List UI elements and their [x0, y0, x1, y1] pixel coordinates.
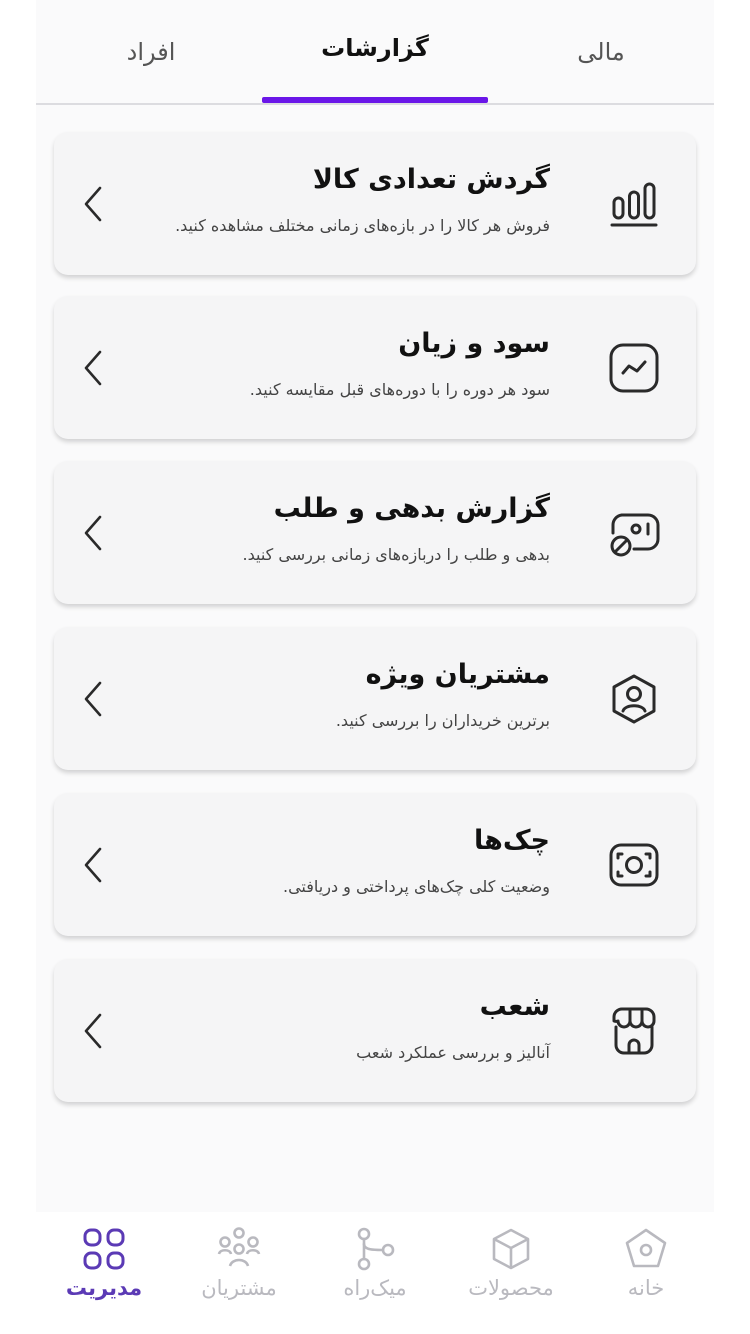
receipt-coin-icon	[608, 507, 660, 559]
chevron-left-icon	[80, 184, 106, 224]
report-card-profit-loss[interactable]: سود و زیان سود هر دوره را با دوره‌های قب…	[54, 296, 696, 439]
chevron-left-icon	[80, 348, 106, 388]
nav-label: خانه	[627, 1276, 665, 1300]
nav-item-customers[interactable]: مشتریان	[171, 1226, 307, 1326]
card-title: مشتریان ویژه	[365, 659, 550, 690]
user-badge-icon	[608, 673, 660, 725]
shop-icon	[608, 1005, 660, 1057]
screen: مالی گزارشات افراد گردش تعدادی کالا فروش…	[0, 0, 750, 1334]
report-card-cheques[interactable]: چک‌ها وضعیت کلی چک‌های پرداختی و دریافتی…	[54, 793, 696, 936]
card-description: برترین خریداران را بررسی کنید.	[335, 711, 550, 730]
card-title: گزارش بدهی و طلب	[273, 493, 550, 524]
card-title: گردش تعدادی کالا	[312, 164, 550, 195]
top-tab-bar: مالی گزارشات افراد	[36, 0, 714, 105]
tab-financial[interactable]: مالی	[516, 30, 686, 74]
route-icon	[357, 1227, 395, 1271]
active-tab-indicator	[262, 97, 488, 103]
tab-reports[interactable]: گزارشات	[262, 26, 488, 70]
nav-label: مدیریت	[65, 1276, 143, 1300]
card-title: چک‌ها	[474, 825, 550, 856]
box-icon	[492, 1228, 530, 1270]
users-icon	[217, 1227, 261, 1267]
nav-item-products[interactable]: محصولات	[443, 1226, 579, 1326]
card-description: فروش هر کالا را در بازه‌های زمانی مختلف …	[175, 216, 550, 235]
report-card-stock-turnover[interactable]: گردش تعدادی کالا فروش هر کالا را در بازه…	[54, 132, 696, 275]
nav-label: میک‌راه	[343, 1276, 407, 1300]
nav-item-mikrah[interactable]: میک‌راه	[307, 1226, 443, 1326]
bottom-navigation: خانه محصولات میک‌راه	[36, 1212, 714, 1334]
card-title: شعب	[479, 991, 550, 1022]
card-description: سود هر دوره را با دوره‌های قبل مقایسه کن…	[249, 380, 550, 399]
home-icon	[625, 1228, 667, 1268]
nav-item-home[interactable]: خانه	[578, 1226, 714, 1326]
card-description: آنالیز و بررسی عملکرد شعب	[356, 1043, 550, 1062]
cheque-scan-icon	[608, 839, 660, 891]
report-card-branches[interactable]: شعب آنالیز و بررسی عملکرد شعب	[54, 959, 696, 1102]
bar-chart-icon	[608, 178, 660, 230]
grid-icon	[83, 1228, 125, 1270]
nav-label: محصولات	[468, 1276, 554, 1300]
card-description: بدهی و طلب را دربازه‌های زمانی بررسی کنی…	[242, 545, 550, 564]
chevron-left-icon	[80, 845, 106, 885]
chevron-left-icon	[80, 679, 106, 719]
card-description: وضعیت کلی چک‌های پرداختی و دریافتی.	[282, 877, 550, 896]
card-title: سود و زیان	[398, 328, 550, 359]
report-card-special-customers[interactable]: مشتریان ویژه برترین خریداران را بررسی کن…	[54, 627, 696, 770]
report-card-debt-credit[interactable]: گزارش بدهی و طلب بدهی و طلب را دربازه‌ها…	[54, 461, 696, 604]
trend-chart-icon	[608, 342, 660, 394]
nav-item-management[interactable]: مدیریت	[36, 1226, 172, 1326]
nav-label: مشتریان	[201, 1276, 277, 1300]
chevron-left-icon	[80, 513, 106, 553]
chevron-left-icon	[80, 1011, 106, 1051]
tab-people[interactable]: افراد	[76, 30, 226, 74]
